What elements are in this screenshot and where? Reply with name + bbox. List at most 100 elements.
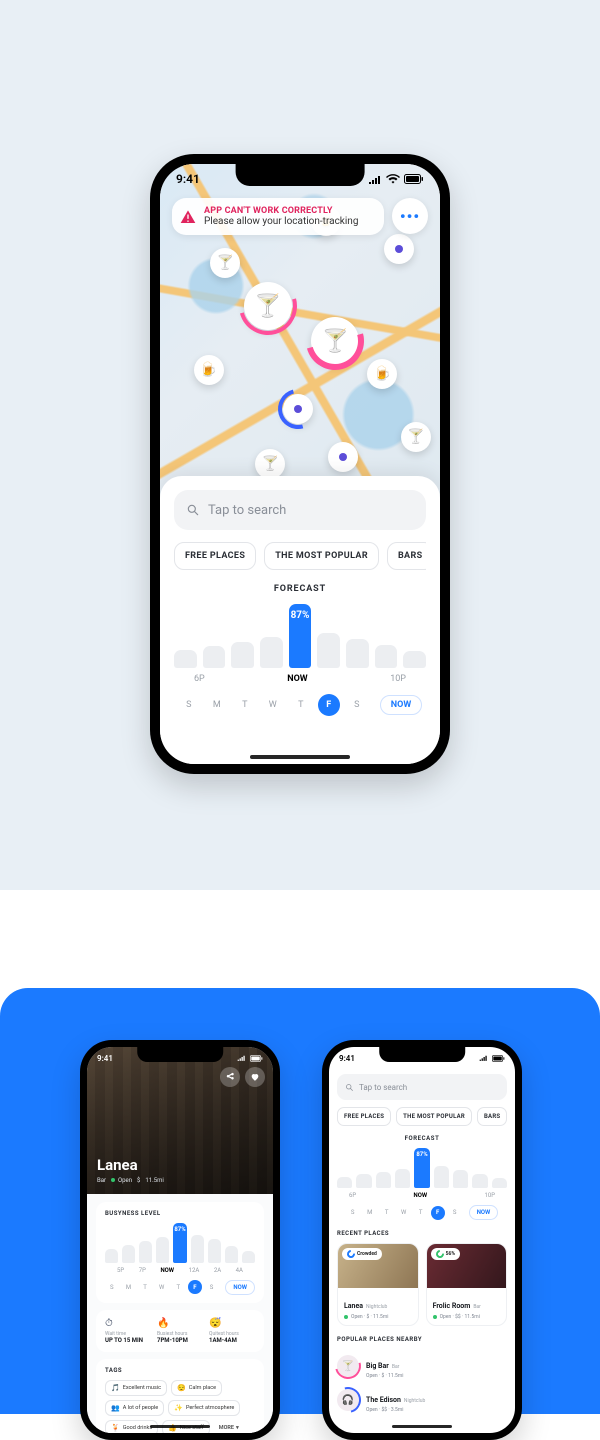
busy-bar[interactable] — [105, 1249, 118, 1263]
day[interactable]: F — [431, 1206, 445, 1220]
chip-free-places[interactable]: FREE PLACES — [174, 542, 256, 570]
busy-bar-now[interactable]: 87% — [173, 1223, 186, 1263]
bar[interactable] — [472, 1174, 487, 1188]
map-pin[interactable]: 🍺 — [367, 359, 397, 389]
day[interactable]: T — [172, 1280, 186, 1294]
map-pin[interactable]: 🍺 — [194, 355, 224, 385]
forecast-bar[interactable] — [260, 637, 283, 668]
place-card[interactable]: 56% Frolic RoomBar Open · $$ · 11.5mi — [426, 1243, 508, 1326]
day-s[interactable]: S — [178, 694, 200, 716]
day-s2[interactable]: S — [346, 694, 368, 716]
tag[interactable]: 😌Calm place — [171, 1380, 222, 1396]
share-button[interactable] — [220, 1067, 240, 1087]
day[interactable]: W — [397, 1206, 411, 1220]
notch — [236, 164, 365, 186]
day[interactable]: M — [122, 1280, 136, 1294]
chip[interactable]: BARS — [477, 1107, 507, 1126]
popular-item[interactable]: 🍸 Big BarBar Open · $ · 11.5mi — [337, 1349, 507, 1383]
popular-item[interactable]: 🎧 The EdisonNightclub Open · $$ · 3.5mi — [337, 1383, 507, 1417]
bar[interactable] — [337, 1177, 352, 1188]
day-f[interactable]: F — [318, 694, 340, 716]
status-indicators — [368, 174, 424, 184]
home-indicator[interactable] — [250, 755, 350, 759]
chip[interactable]: THE MOST POPULAR — [396, 1107, 472, 1126]
bottom-sheet[interactable]: Tap to search FREE PLACES THE MOST POPUL… — [160, 476, 440, 764]
day[interactable]: S — [105, 1280, 119, 1294]
day-w[interactable]: W — [262, 694, 284, 716]
bar[interactable] — [395, 1169, 410, 1188]
busy-bar[interactable] — [191, 1235, 204, 1263]
phone-browse: 9:41 Tap to search FREE PLACES THE MOST … — [322, 1040, 522, 1440]
busy-bar[interactable] — [156, 1237, 169, 1263]
day-t[interactable]: T — [234, 694, 256, 716]
busy-bar[interactable] — [139, 1241, 152, 1263]
search-input[interactable]: Tap to search — [337, 1074, 507, 1100]
forecast-bar[interactable] — [317, 633, 340, 668]
busyness-card: BUSYNESS LEVEL 87% 5P 7P — [96, 1202, 264, 1303]
map-pin[interactable]: 🍸 — [210, 248, 240, 278]
now-button[interactable]: NOW — [469, 1205, 499, 1220]
forecast-bar[interactable] — [403, 651, 426, 668]
home-indicator[interactable] — [392, 1425, 452, 1428]
forecast-bar[interactable] — [346, 639, 369, 668]
bar[interactable] — [356, 1174, 371, 1188]
search-icon — [345, 1083, 354, 1092]
day-t2[interactable]: T — [290, 694, 312, 716]
search-icon — [186, 503, 200, 517]
bar-now[interactable]: 87% — [414, 1148, 429, 1188]
day[interactable]: W — [155, 1280, 169, 1294]
tag[interactable]: 🎵Excellent music — [105, 1380, 167, 1396]
bar[interactable] — [453, 1170, 468, 1188]
forecast-bar[interactable] — [203, 646, 226, 668]
day[interactable]: T — [414, 1206, 428, 1220]
day[interactable]: T — [138, 1280, 152, 1294]
like-button[interactable] — [245, 1067, 265, 1087]
forecast-bar[interactable] — [231, 642, 254, 668]
map-pin-selected[interactable]: 🍸 — [244, 282, 292, 330]
place-card[interactable]: Crowded LaneaNightclub Open · $ · 11.5mi — [337, 1243, 419, 1326]
bar[interactable] — [492, 1178, 507, 1188]
tag[interactable]: ✨Perfect atmosphere — [168, 1400, 240, 1416]
map-pin[interactable] — [283, 394, 313, 424]
busy-bar[interactable] — [208, 1239, 221, 1262]
forecast-bar[interactable] — [375, 645, 398, 668]
chip[interactable]: FREE PLACES — [337, 1107, 391, 1126]
now-button[interactable]: NOW — [225, 1280, 255, 1295]
tag[interactable]: 👥A lot of people — [105, 1400, 164, 1416]
busy-bar[interactable] — [225, 1246, 238, 1263]
day[interactable]: S — [205, 1280, 219, 1294]
venue-hero[interactable]: Lanea Bar Open $ 11.5mi — [87, 1047, 273, 1194]
chip-most-popular[interactable]: THE MOST POPULAR — [264, 542, 379, 570]
filter-chips: FREE PLACES THE MOST POPULAR BARS — [337, 1107, 507, 1126]
busy-bar[interactable] — [242, 1251, 255, 1262]
day[interactable]: F — [188, 1280, 202, 1294]
forecast-bar-now[interactable]: 87% — [289, 604, 312, 668]
map-pin[interactable] — [384, 234, 414, 264]
day[interactable]: S — [346, 1206, 360, 1220]
busyness-chart[interactable]: 87% — [105, 1223, 255, 1263]
menu-button[interactable]: ••• — [392, 198, 428, 234]
day[interactable]: T — [380, 1206, 394, 1220]
now-button[interactable]: NOW — [380, 695, 422, 715]
day[interactable]: S — [448, 1206, 462, 1220]
busy-bar[interactable] — [122, 1245, 135, 1263]
map-pin-selected[interactable]: 🍸 — [311, 317, 359, 365]
bar[interactable] — [434, 1166, 449, 1188]
bar[interactable] — [376, 1172, 391, 1188]
recent-label: RECENT PLACES — [337, 1230, 507, 1237]
home-indicator[interactable] — [150, 1425, 210, 1428]
recent-places[interactable]: Crowded LaneaNightclub Open · $ · 11.5mi… — [337, 1243, 507, 1326]
map-pin[interactable] — [328, 442, 358, 472]
day-m[interactable]: M — [206, 694, 228, 716]
more-tags[interactable]: MORE ▾ — [214, 1420, 244, 1433]
permission-alert[interactable]: APP CAN'T WORK CORRECTLY Please allow yo… — [172, 198, 384, 235]
map-pin[interactable]: 🍸 — [255, 449, 285, 479]
map-pin[interactable]: 🍸 — [401, 422, 431, 452]
forecast-bar[interactable] — [174, 650, 197, 668]
search-input[interactable]: Tap to search — [174, 490, 426, 530]
day[interactable]: M — [363, 1206, 377, 1220]
forecast-chart[interactable]: 87% — [174, 604, 426, 668]
forecast-chart[interactable]: 87% — [337, 1148, 507, 1188]
chip-bars[interactable]: BARS — [387, 542, 426, 570]
busiest-stat: 🔥 Busiest hours 7PM-10PM — [157, 1318, 203, 1344]
